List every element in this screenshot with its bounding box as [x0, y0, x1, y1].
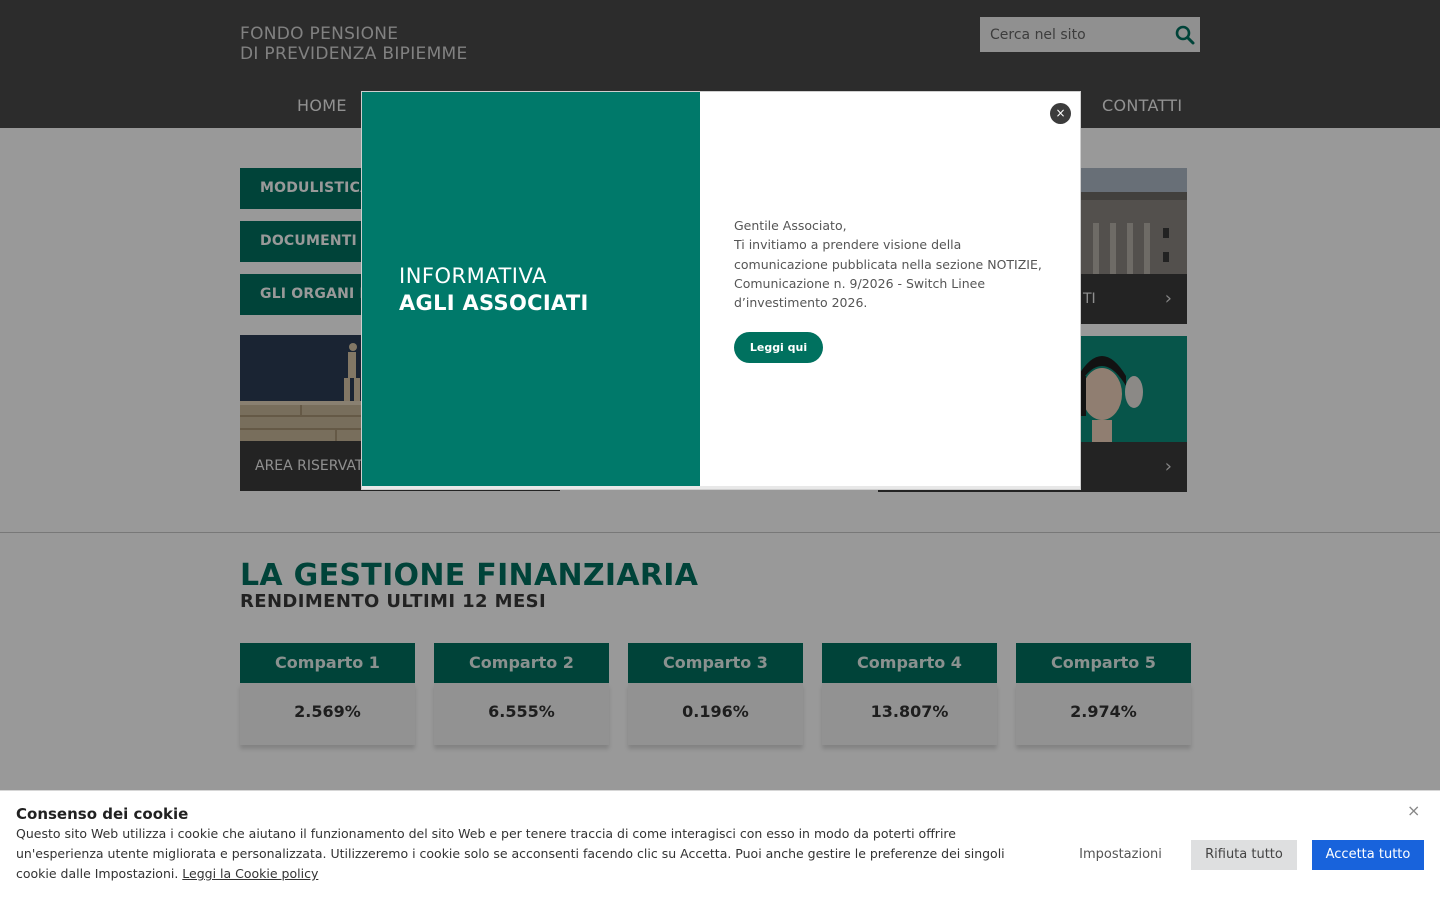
- cookie-text: Questo sito Web utilizza i cookie che ai…: [16, 824, 1046, 884]
- leggi-qui-button[interactable]: Leggi qui: [734, 332, 823, 363]
- cookie-settings-button[interactable]: Impostazioni: [1070, 840, 1171, 870]
- cookie-close-icon[interactable]: ×: [1407, 801, 1420, 820]
- modal-message: Gentile Associato, Ti invitiamo a prende…: [734, 216, 1044, 312]
- cookie-title: Consenso dei cookie: [16, 805, 189, 823]
- modal-text-line: Ti invitiamo a prendere visione della: [734, 237, 962, 253]
- informativa-modal: INFORMATIVA AGLI ASSOCIATI Gentile Assoc…: [361, 91, 1081, 490]
- modal-bottom-border: [362, 486, 1080, 489]
- modal-text-line: Gentile Associato,: [734, 218, 847, 233]
- cookie-consent-bar: Consenso dei cookie Questo sito Web util…: [0, 790, 1440, 900]
- modal-green-panel: INFORMATIVA AGLI ASSOCIATI: [362, 92, 700, 486]
- modal-close-icon[interactable]: ×: [1050, 103, 1071, 124]
- modal-title-line-2: AGLI ASSOCIATI: [399, 291, 589, 315]
- cookie-accept-button[interactable]: Accetta tutto: [1312, 840, 1424, 870]
- cookie-policy-link[interactable]: Leggi la Cookie policy: [182, 866, 318, 881]
- modal-text-line: comunicazione pubblicata nella sezione N…: [734, 256, 1042, 272]
- modal-title-line-1: INFORMATIVA: [399, 264, 547, 288]
- modal-text-line: Comunicazione n. 9/2026 - Switch Linee: [734, 275, 986, 291]
- cookie-description: Questo sito Web utilizza i cookie che ai…: [16, 826, 1005, 881]
- cookie-reject-button[interactable]: Rifiuta tutto: [1191, 840, 1297, 870]
- modal-text-line: d’investimento 2026.: [734, 295, 868, 311]
